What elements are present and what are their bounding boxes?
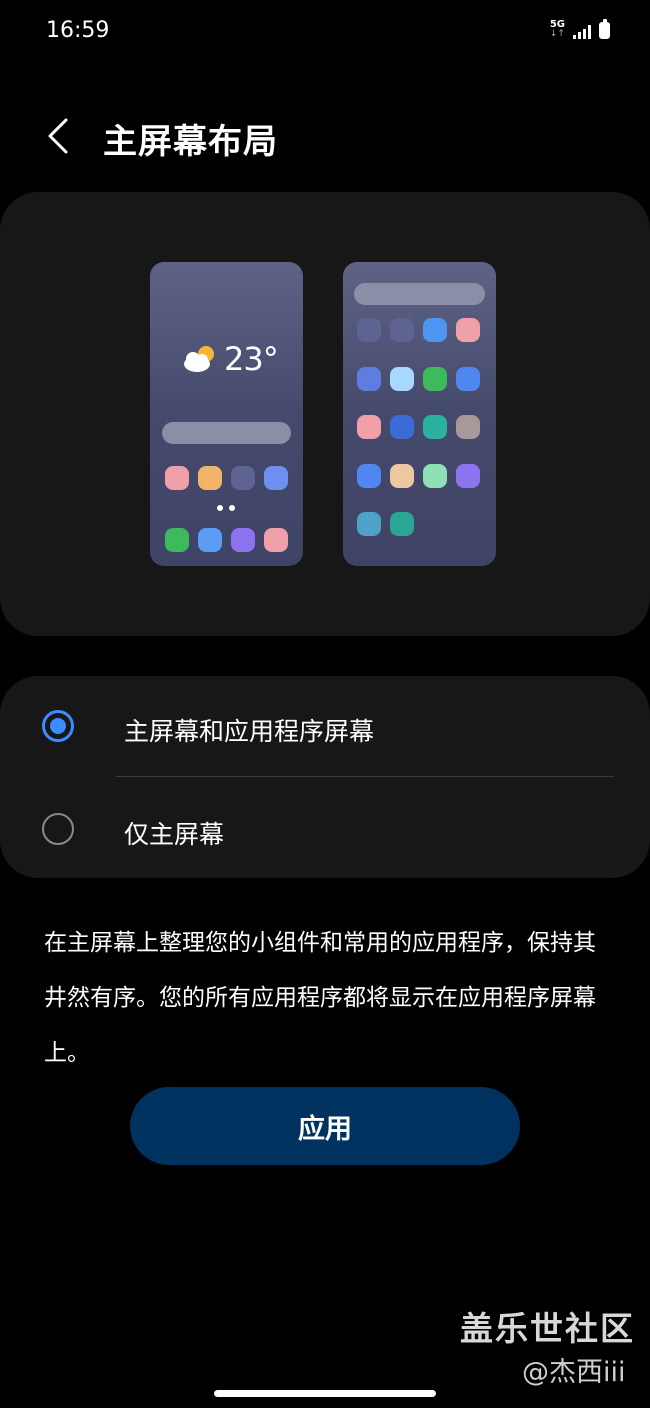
status-icons: 5G ↓↑ [550,19,610,39]
back-button[interactable] [36,112,80,160]
radio-unselected-icon[interactable] [42,813,74,845]
layout-preview-card: 23° [0,192,650,636]
option-home-screen-only[interactable]: 仅主屏幕 [0,777,650,878]
app-icon [390,415,414,439]
app-icon [165,528,189,552]
page-title: 主屏幕布局 [103,122,278,162]
app-icon [357,318,381,342]
app-icon [357,463,381,488]
navigation-handle[interactable] [214,1390,436,1397]
page-indicator [217,505,235,511]
layout-options-card: 主屏幕和应用程序屏幕 仅主屏幕 [0,676,650,878]
app-icon [231,528,255,552]
app-icon [423,366,447,391]
watermark-title: 盖乐世社区 [460,1309,635,1348]
app-icon [357,512,381,536]
app-icon [264,528,288,552]
network-indicator: 5G ↓↑ [550,20,565,39]
app-icon [423,463,447,488]
app-icon [165,466,189,490]
chevron-left-icon [48,118,68,154]
status-time: 16:59 [46,18,110,43]
apply-button[interactable]: 应用 [130,1087,520,1165]
weather-widget: 23° [180,340,279,378]
status-bar: 16:59 5G ↓↑ [0,0,650,64]
search-bar-placeholder [162,422,291,444]
app-icon [198,466,222,490]
option-home-and-apps-screen[interactable]: 主屏幕和应用程序屏幕 [0,676,650,777]
app-icon [198,528,222,552]
app-icon [390,512,414,536]
app-icon [357,415,381,439]
partly-cloudy-icon [184,346,214,372]
description-text: 在主屏幕上整理您的小组件和常用的应用程序，保持其井然有序。您的所有应用程序都将显… [44,930,596,1066]
apps-screen-preview [343,262,496,566]
search-bar-placeholder [354,283,485,305]
app-icon [423,415,447,439]
app-icon [231,466,255,490]
apply-button-label: 应用 [298,1113,352,1145]
data-activity-icon: ↓↑ [549,29,565,39]
app-icon [390,366,414,391]
home-screen-preview: 23° [150,262,303,566]
weather-temperature: 23° [224,340,279,378]
radio-selected-icon[interactable] [42,710,74,742]
option-label: 仅主屏幕 [124,820,225,849]
app-icon [456,366,480,391]
app-icon [456,318,480,342]
app-icon [390,318,414,342]
app-icon [390,463,414,488]
app-icon [456,463,480,488]
app-icon [264,466,288,490]
signal-icon [573,25,591,39]
watermark-user: @杰西iii [522,1357,626,1388]
option-label: 主屏幕和应用程序屏幕 [124,717,375,746]
app-icon [423,318,447,342]
battery-icon [599,19,610,39]
app-icon [456,415,480,439]
app-icon [357,366,381,391]
